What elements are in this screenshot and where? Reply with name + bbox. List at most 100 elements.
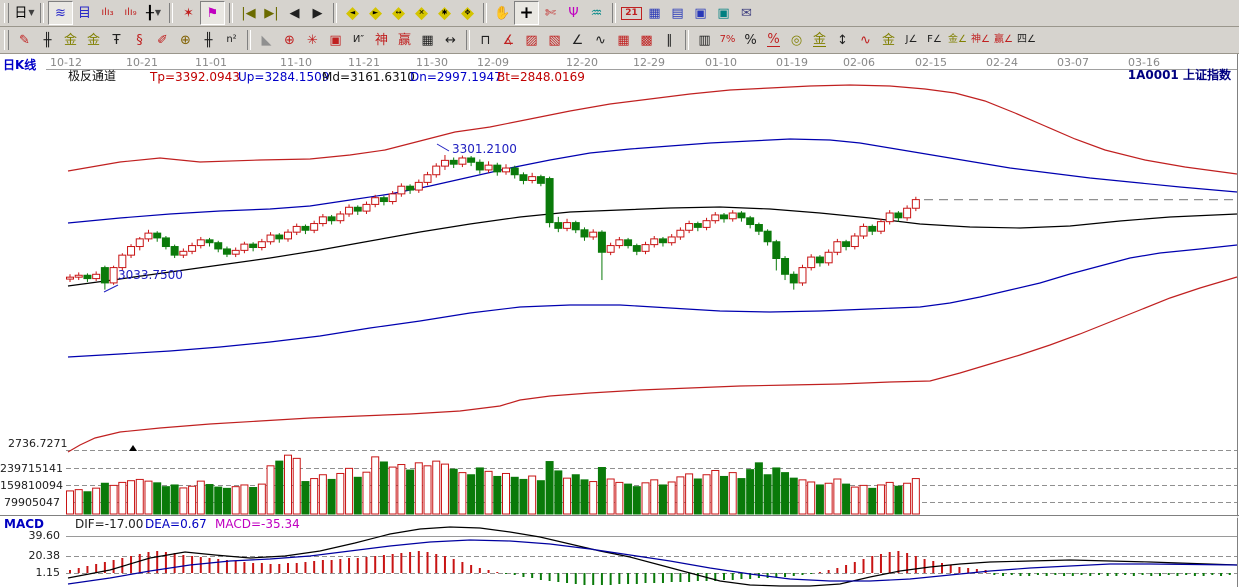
ying-tool-button[interactable]: 赢	[393, 29, 416, 51]
calendar-button[interactable]: 21	[620, 2, 643, 24]
gold-circle-button[interactable]: ◎	[785, 29, 808, 51]
pen-tool-button[interactable]: ✐	[151, 29, 174, 51]
diamond-move-button[interactable]: ◆✥	[456, 2, 479, 24]
macd-axis-tick: 1.15	[0, 566, 60, 579]
indicator-value-label: Up=3284.1509	[238, 70, 329, 84]
parallel-lines-button[interactable]: ∥	[658, 29, 681, 51]
si-slope-button[interactable]: 四∠	[1015, 29, 1038, 51]
zigzag-button[interactable]: ∿	[589, 29, 612, 51]
angle-lines-button[interactable]: ∠	[566, 29, 589, 51]
diamond-star-button[interactable]: ◆✱	[433, 2, 456, 24]
j-slope-button[interactable]: J∠	[900, 29, 923, 51]
toolbar-row-1: 日▼ ≋目ılı₃ılı₉╂▼ ✶⚑ |◀▶|◀▶ ◆◄◆►◆↔◆✕◆✱◆✥ ✋+✄Ψ♒ 2…	[0, 0, 1239, 27]
compress-9-button[interactable]: ılı₉	[119, 2, 142, 24]
shen-slope-button[interactable]: 神∠	[969, 29, 992, 51]
circle-ruler-button[interactable]: ⊕	[174, 29, 197, 51]
diamond-left-button[interactable]: ◆◄	[341, 2, 364, 24]
pointer-tag-button[interactable]: ✄	[539, 2, 562, 24]
hand-pan-button[interactable]: ✋	[491, 2, 514, 24]
flag-tool-button[interactable]: ⚑	[200, 1, 225, 25]
pattern-match-tool-button[interactable]: ≋	[48, 1, 73, 25]
fan-box-button[interactable]: ▨	[520, 29, 543, 51]
date-tick-label: 01-19	[776, 56, 808, 69]
spiral-tool-button[interactable]: §	[128, 29, 151, 51]
separator	[333, 3, 337, 23]
nav-prev-button[interactable]: ◀	[283, 2, 306, 24]
indicator-value-label: Md=3161.6310	[322, 70, 415, 84]
grid-123-button[interactable]: ▦	[416, 29, 439, 51]
percent-7-button[interactable]: 7%	[716, 29, 739, 51]
separator	[612, 3, 616, 23]
macd-axis-tick: 20.38	[0, 549, 60, 562]
pane-min-label: 2736.7271	[8, 437, 68, 450]
gold-wave-button[interactable]: 金	[877, 29, 900, 51]
f-slope-button[interactable]: F∠	[923, 29, 946, 51]
toolbar-row-2: ✎╫金金Ŧ§✐⊕╫n²◣⊕✳▣И″神赢▦↔⊓∡▨▧∠∿▦▩∥▥7%%%◎金↕∿金…	[0, 27, 1239, 54]
hash-ruler-2-button[interactable]: ╫	[197, 29, 220, 51]
crosshair-button[interactable]: +	[514, 1, 539, 25]
date-tick-label: 10-12	[50, 56, 82, 69]
chart-canvas[interactable]	[0, 0, 1239, 587]
percent-line-button[interactable]: %	[762, 29, 785, 51]
wave-n-button[interactable]: И″	[347, 29, 370, 51]
separator	[40, 3, 44, 23]
diamond-right-button[interactable]: ◆►	[364, 2, 387, 24]
gold-line-button[interactable]: 金	[808, 29, 831, 51]
gold-slope-button[interactable]: 金∠	[946, 29, 969, 51]
diamond-cross-button[interactable]: ◆✕	[410, 2, 433, 24]
symbol-code: 1A0001	[1128, 68, 1179, 82]
high-price-label: 3301.2100	[452, 143, 517, 156]
date-tick-label: 02-24	[986, 56, 1018, 69]
symbol-name: 上证指数	[1183, 68, 1231, 82]
print-button[interactable]: ✉	[735, 2, 758, 24]
date-tick-label: 12-29	[633, 56, 665, 69]
wave-red-button[interactable]: ∿	[854, 29, 877, 51]
compress-3-button[interactable]: ılı₃	[96, 2, 119, 24]
dropdown-arrow-icon: ▼	[155, 9, 161, 17]
grid-red-2-button[interactable]: ▩	[635, 29, 658, 51]
f-grid-button[interactable]: Ŧ	[105, 29, 128, 51]
stamp-tool-button[interactable]: ✶	[177, 2, 200, 24]
date-tick-label: 11-30	[416, 56, 448, 69]
fork-tool-button[interactable]: Ψ	[562, 2, 585, 24]
fan-box-2-button[interactable]: ▧	[543, 29, 566, 51]
save-export-button[interactable]: ▣	[712, 2, 735, 24]
target-star-button[interactable]: ✳	[301, 29, 324, 51]
date-tick-label: 02-06	[843, 56, 875, 69]
target-square-button[interactable]: ▣	[324, 29, 347, 51]
fan-rays-button[interactable]: ∡	[497, 29, 520, 51]
updown-button[interactable]: ↕	[831, 29, 854, 51]
diamond-overlay-icon: ↔	[396, 9, 402, 16]
volume-axis-tick: 79905047	[0, 496, 60, 509]
info-panel-button[interactable]: 目	[73, 2, 96, 24]
stat-bars-button[interactable]: ▥	[693, 29, 716, 51]
report-button[interactable]: ▤	[666, 2, 689, 24]
brush-tool-button[interactable]: ✎	[13, 29, 36, 51]
nav-next-button[interactable]: ▶	[306, 2, 329, 24]
grid-red-button[interactable]: ▦	[612, 29, 635, 51]
nav-first-button[interactable]: |◀	[237, 2, 260, 24]
nav-last-button[interactable]: ▶|	[260, 2, 283, 24]
box-ruler-button[interactable]: ⊓	[474, 29, 497, 51]
analyze-tool-button[interactable]: ♒	[585, 2, 608, 24]
target-cross-button[interactable]: ⊕	[278, 29, 301, 51]
width-arrows-button[interactable]: ↔	[439, 29, 462, 51]
shen-tool-button[interactable]: 神	[370, 29, 393, 51]
ying-slope-button[interactable]: 赢∠	[992, 29, 1015, 51]
triangle-flag-button[interactable]: ◣	[255, 29, 278, 51]
hash-ruler-button[interactable]: ╫	[36, 29, 59, 51]
diamond-overlay-icon: ◄	[350, 9, 355, 16]
volume-axis-tick: 159810094	[0, 479, 60, 492]
dea-value-label: DEA=0.67	[145, 518, 207, 531]
gold-grid-2-button[interactable]: 金	[82, 29, 105, 51]
percent-button[interactable]: %	[739, 29, 762, 51]
gold-grid-button[interactable]: 金	[59, 29, 82, 51]
app-window: 日▼ ≋目ılı₃ılı₉╂▼ ✶⚑ |◀▶|◀▶ ◆◄◆►◆↔◆✕◆✱◆✥ ✋+✄Ψ♒ 2…	[0, 0, 1239, 587]
n2-ruler-button[interactable]: n²	[220, 29, 243, 51]
diamond-overlay-icon: ►	[373, 9, 378, 16]
save-button[interactable]: ▣	[689, 2, 712, 24]
candle-style-button[interactable]: ╂▼	[142, 2, 165, 24]
diamond-expand-button[interactable]: ◆↔	[387, 2, 410, 24]
calculator-button[interactable]: ▦	[643, 2, 666, 24]
period-selector-button[interactable]: 日▼	[13, 2, 36, 24]
